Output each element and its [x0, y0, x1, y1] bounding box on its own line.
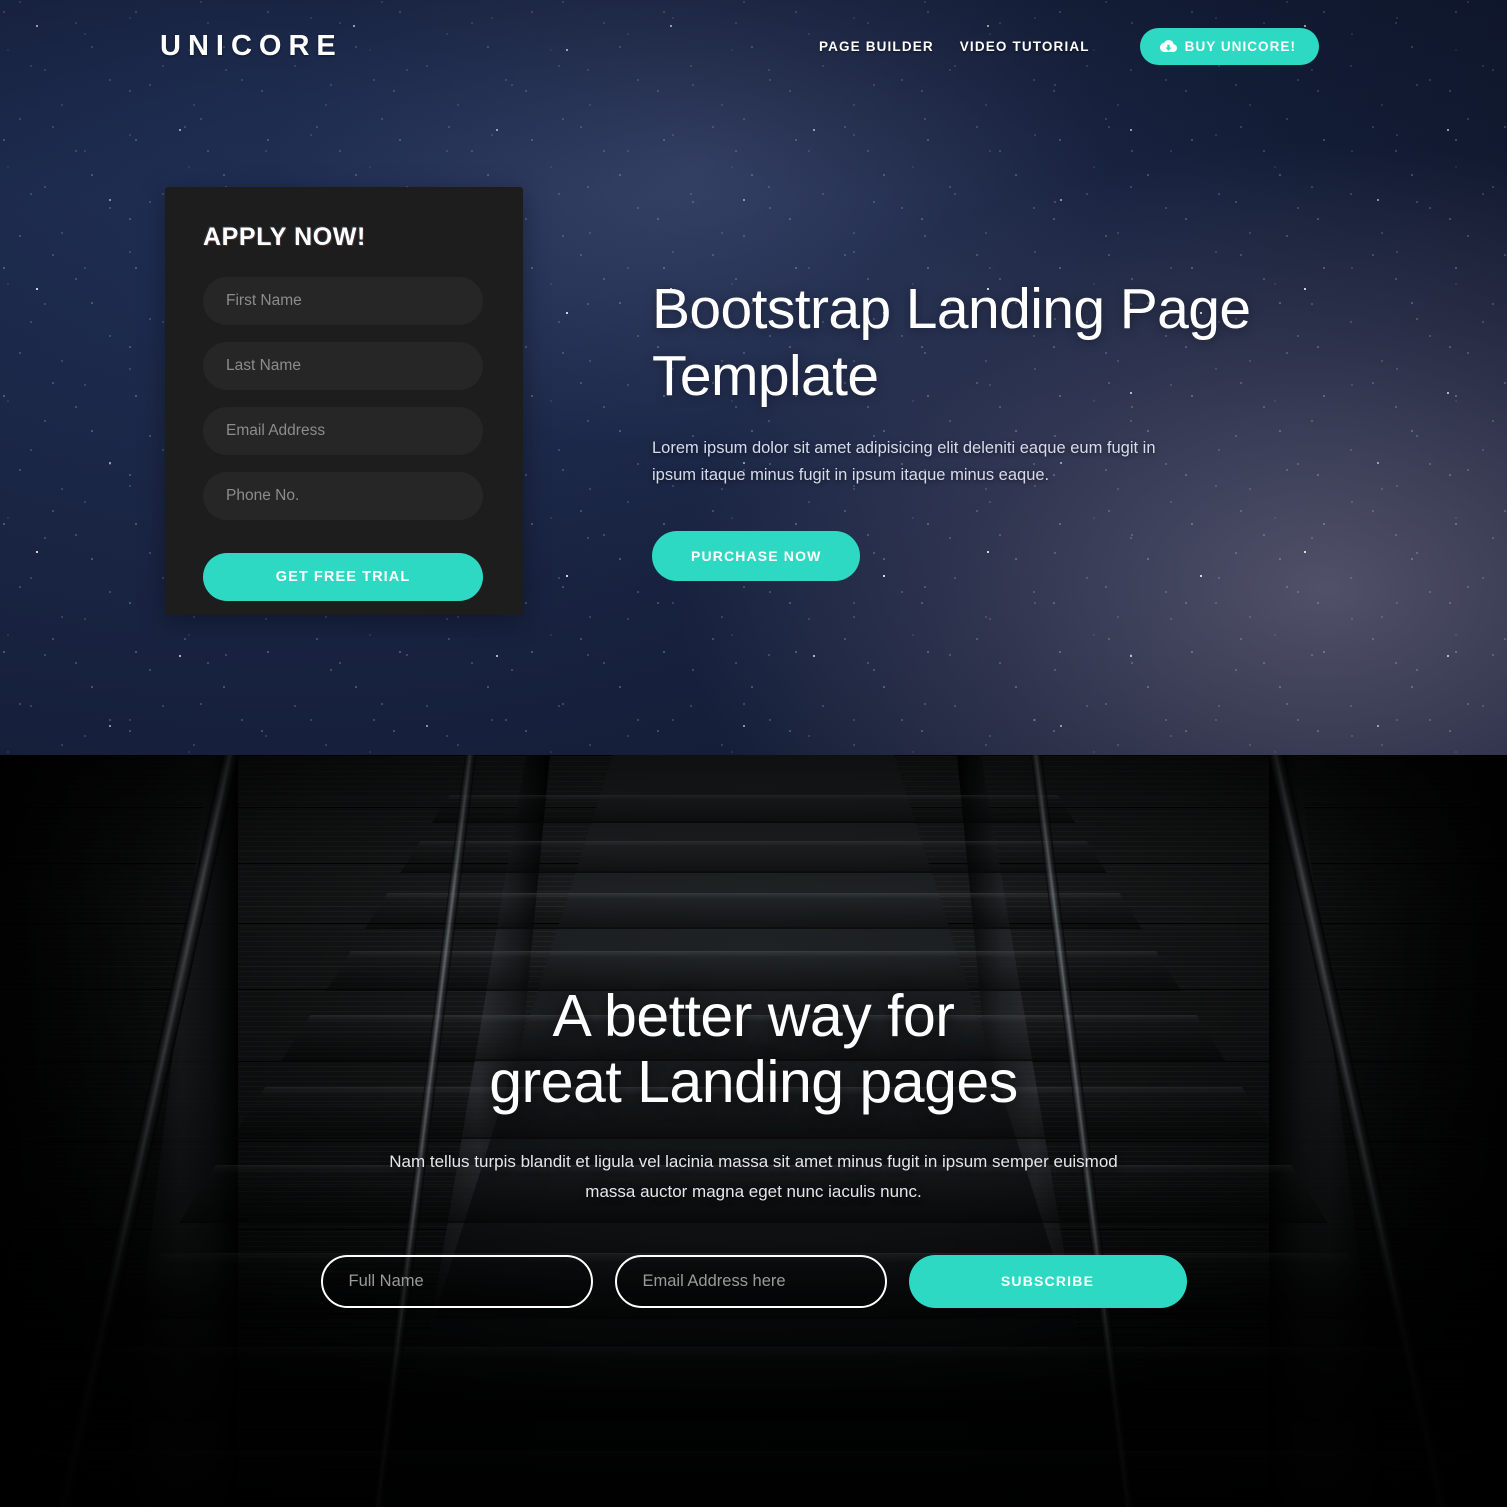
last-name-input[interactable]: [203, 342, 483, 390]
hero-subtitle: Lorem ipsum dolor sit amet adipisicing e…: [652, 439, 1156, 485]
feature-title-line2: great Landing pages: [489, 1049, 1018, 1116]
feature-paragraph-line1: Nam tellus turpis blandit et ligula vel …: [389, 1152, 1049, 1172]
subscribe-full-name-input[interactable]: [320, 1254, 593, 1308]
get-free-trial-button[interactable]: GET FREE TRIAL: [203, 553, 483, 601]
apply-now-panel: APPLY NOW! GET FREE TRIAL: [165, 187, 523, 615]
buy-button-label: BUY UNICORE!: [1184, 38, 1296, 54]
nav-links-group: PAGE BUILDER VIDEO TUTORIAL BUY UNICORE!: [819, 27, 1319, 65]
landing-page: UNICORE PAGE BUILDER VIDEO TUTORIAL BUY …: [0, 0, 1507, 1507]
phone-number-input[interactable]: [203, 472, 483, 520]
buy-unicore-button[interactable]: BUY UNICORE!: [1139, 27, 1319, 65]
hero-section: UNICORE PAGE BUILDER VIDEO TUTORIAL BUY …: [0, 0, 1507, 755]
first-name-input[interactable]: [203, 277, 483, 325]
feature-title-line1: A better way for: [552, 983, 955, 1049]
hero-copy-block: Bootstrap Landing Page Template Lorem ip…: [652, 276, 1292, 582]
purchase-now-button[interactable]: PURCHASE NOW: [652, 531, 861, 582]
feature-section: A better way for great Landing pages Nam…: [0, 755, 1507, 1507]
nav-link-page-builder[interactable]: PAGE BUILDER: [819, 39, 934, 54]
nav-link-video-tutorial[interactable]: VIDEO TUTORIAL: [960, 39, 1090, 54]
brand-logo[interactable]: UNICORE: [160, 30, 343, 63]
main-navbar: UNICORE PAGE BUILDER VIDEO TUTORIAL BUY …: [0, 0, 1507, 92]
feature-paragraph: Nam tellus turpis blandit et ligula vel …: [384, 1147, 1124, 1208]
cloud-download-icon: [1159, 39, 1177, 53]
email-address-input[interactable]: [203, 407, 483, 455]
feature-title: A better way for great Landing pages: [0, 755, 1507, 1115]
apply-panel-title: APPLY NOW!: [203, 223, 366, 251]
subscribe-form: SUBSCRIBE: [0, 1254, 1507, 1308]
subscribe-button[interactable]: SUBSCRIBE: [908, 1254, 1187, 1308]
subscribe-email-input[interactable]: [614, 1254, 887, 1308]
feature-content: A better way for great Landing pages Nam…: [0, 755, 1507, 1308]
hero-title: Bootstrap Landing Page Template: [652, 277, 1251, 408]
